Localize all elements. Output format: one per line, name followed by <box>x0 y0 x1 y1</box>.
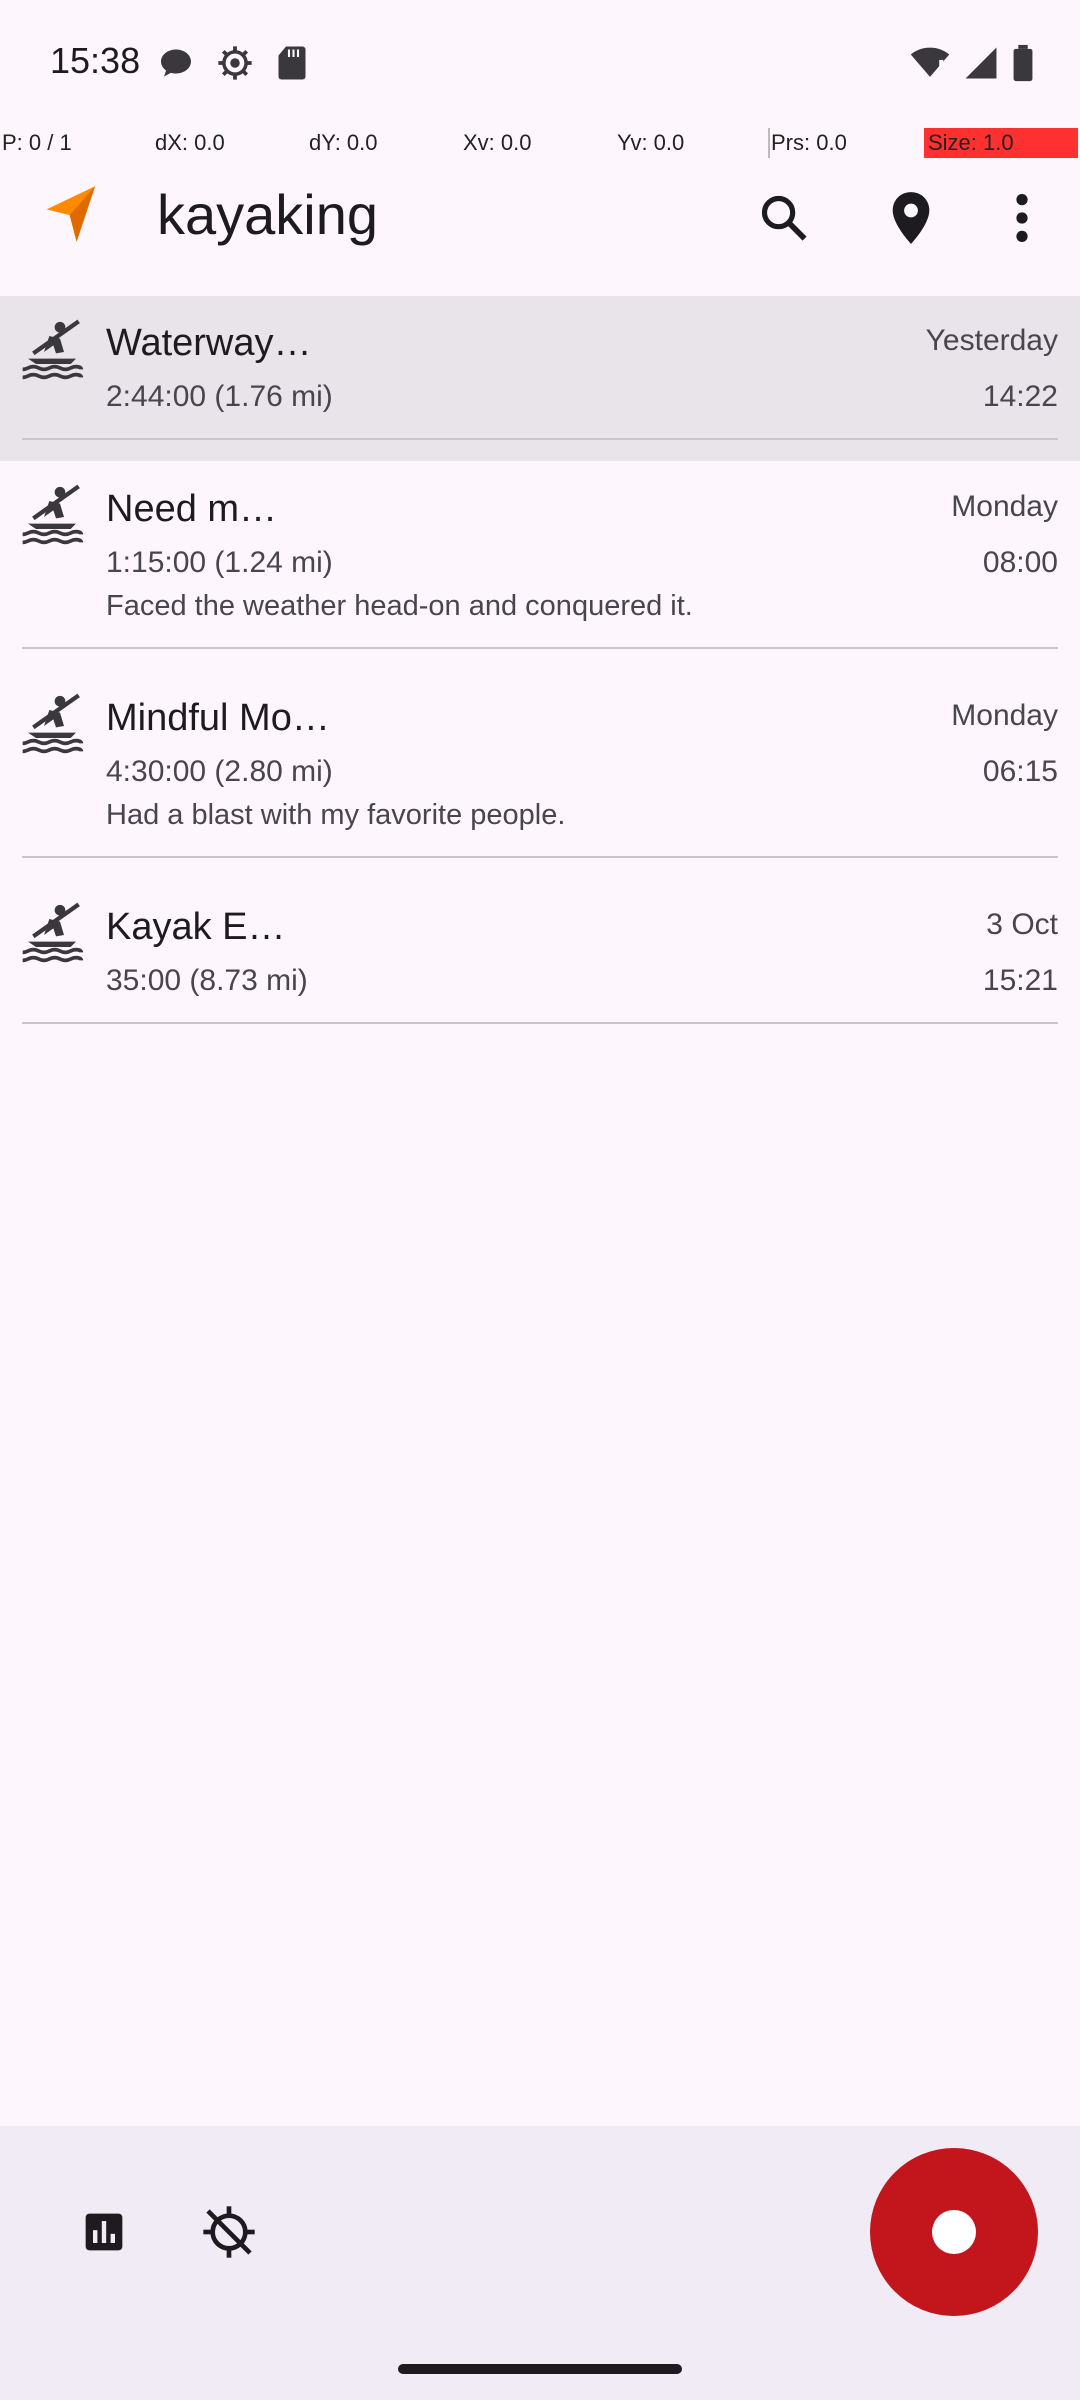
track-start-time: 15:21 <box>982 964 1058 997</box>
pointer-debug-bar: P: 0 / 1 dX: 0.0 dY: 0.0 Xv: 0.0 Yv: 0.0… <box>0 128 1080 158</box>
sd-card-icon <box>276 45 308 86</box>
location-pin-icon[interactable] <box>879 186 943 250</box>
track-description: Had a blast with my favorite people. <box>106 799 566 831</box>
track-title: Need m… <box>106 488 278 530</box>
track-list-item[interactable]: Mindful Mo… Monday 4:30:00 (2.80 mi) 06:… <box>0 670 1080 879</box>
status-time: 15:38 <box>50 40 141 81</box>
kayaking-icon <box>20 899 84 968</box>
debug-yv: Yv: 0.0 <box>617 130 685 155</box>
gps-off-icon[interactable] <box>199 2202 259 2262</box>
debug-divider <box>768 128 770 158</box>
track-list-item[interactable]: Waterway… Yesterday 2:44:00 (1.76 mi) 14… <box>0 296 1080 461</box>
track-description: Faced the weather head-on and conquered … <box>106 590 693 622</box>
debug-xv: Xv: 0.0 <box>463 130 532 155</box>
bottom-app-bar <box>0 2126 1080 2400</box>
track-duration-distance: 35:00 (8.73 mi) <box>106 964 308 997</box>
debug-size: Size: 1.0 <box>924 128 1078 158</box>
list-divider <box>22 647 1058 649</box>
kayaking-icon <box>20 316 84 385</box>
navigation-arrow-logo-icon <box>44 184 100 249</box>
kayaking-icon <box>20 690 84 759</box>
track-duration-distance: 1:15:00 (1.24 mi) <box>106 546 333 579</box>
track-date: Monday <box>951 699 1058 732</box>
track-date: 3 Oct <box>986 908 1058 941</box>
track-duration-distance: 4:30:00 (2.80 mi) <box>106 755 333 788</box>
list-divider <box>22 856 1058 858</box>
wifi-alert-icon <box>910 45 950 86</box>
chat-bubble-icon <box>158 45 194 86</box>
record-button[interactable] <box>870 2148 1038 2316</box>
signal-icon <box>964 45 998 86</box>
top-app-bar: kayaking <box>0 158 1080 296</box>
gesture-navigation-handle[interactable] <box>398 2364 682 2374</box>
list-divider <box>22 438 1058 440</box>
status-bar: 15:38 <box>0 0 1080 128</box>
track-start-time: 08:00 <box>982 546 1058 579</box>
list-divider <box>22 1022 1058 1024</box>
track-title: Waterway… <box>106 322 312 364</box>
track-date: Monday <box>951 490 1058 523</box>
debug-dx: dX: 0.0 <box>155 130 225 155</box>
track-list-item[interactable]: Kayak E… 3 Oct 35:00 (8.73 mi) 15:21 <box>0 879 1080 1045</box>
search-icon[interactable] <box>752 186 816 250</box>
debug-dy: dY: 0.0 <box>309 130 378 155</box>
debug-pressure: Prs: 0.0 <box>771 130 847 155</box>
track-date: Yesterday <box>925 324 1058 357</box>
settings-gear-icon <box>216 44 254 87</box>
debug-pointer: P: 0 / 1 <box>2 130 72 155</box>
record-icon <box>932 2210 976 2254</box>
page-title: kayaking <box>157 183 379 246</box>
kayaking-icon <box>20 481 84 550</box>
battery-icon <box>1012 44 1034 87</box>
more-vert-icon[interactable] <box>990 186 1054 250</box>
track-start-time: 06:15 <box>982 755 1058 788</box>
bar-chart-icon[interactable] <box>74 2202 134 2262</box>
track-list-item[interactable]: Need m… Monday 1:15:00 (1.24 mi) 08:00 F… <box>0 461 1080 670</box>
track-duration-distance: 2:44:00 (1.76 mi) <box>106 380 333 413</box>
track-title: Mindful Mo… <box>106 697 330 739</box>
track-title: Kayak E… <box>106 906 286 948</box>
track-list: Waterway… Yesterday 2:44:00 (1.76 mi) 14… <box>0 296 1080 1045</box>
track-start-time: 14:22 <box>982 380 1058 413</box>
